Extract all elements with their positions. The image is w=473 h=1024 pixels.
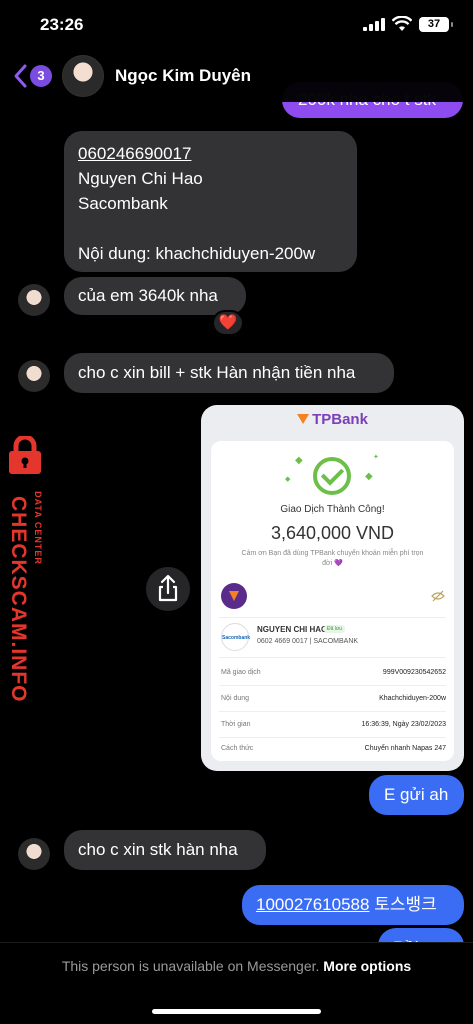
divider [219, 617, 446, 618]
unavailable-notice: This person is unavailable on Messenger.… [0, 958, 473, 974]
battery-icon: 37 [419, 17, 453, 32]
message-text: cho c xin stk hàn nha [78, 840, 238, 859]
incoming-message-account[interactable]: 060246690017 Nguyen Chi Hao Sacombank Nộ… [64, 131, 357, 272]
sparkle-icon: ◆ [295, 455, 303, 466]
tpbank-mark-icon [297, 414, 310, 424]
unavailable-text: This person is unavailable on Messenger. [61, 958, 320, 974]
watermark: DATA CENTER CHECKSCAM.INFO [0, 436, 58, 703]
sparkle-icon: ✦ [373, 454, 379, 461]
share-button[interactable] [146, 567, 190, 611]
tpbank-logo: TPBank [201, 411, 464, 428]
receipt-image[interactable]: TPBank ◆ ◆ ◆ ✦ Giao Dịch Thành Công! 3,6… [201, 405, 464, 771]
detail-label: Thời gian [221, 721, 251, 728]
incoming-message[interactable]: của em 3640k nha [64, 277, 246, 315]
account-number-link[interactable]: 060246690017 [78, 141, 343, 166]
contact-avatar[interactable] [62, 55, 104, 97]
signal-icon [363, 18, 385, 31]
more-options-link[interactable]: More options [323, 958, 411, 974]
contact-avatar-small[interactable] [18, 838, 50, 870]
success-check-icon [313, 457, 351, 495]
divider [219, 657, 446, 658]
incoming-message[interactable]: cho c xin stk hàn nha [64, 830, 266, 870]
sacombank-logo: Sacombank [221, 623, 250, 651]
transfer-note: Nội dung: khachchiduyen-200w [78, 244, 316, 263]
transaction-status: Giao Dịch Thành Công! [280, 504, 385, 515]
eye-off-icon [431, 590, 445, 602]
detail-value: 16:36:39, Ngày 23/02/2023 [361, 721, 446, 728]
incoming-message[interactable]: cho c xin bill + stk Hàn nhận tiền nha [64, 353, 394, 393]
recipient-name: NGUYEN CHI HAO [257, 625, 328, 634]
contact-avatar-small[interactable] [18, 360, 50, 392]
receipt-card: ◆ ◆ ◆ ✦ Giao Dịch Thành Công! 3,640,000 … [211, 441, 454, 761]
watermark-brand: CHECKSCAM.INFO [7, 496, 30, 703]
sender-avatar [221, 583, 247, 609]
account-name: Nguyen Chi Hao [78, 169, 203, 188]
message-text: cho c xin bill + stk Hàn nhận tiền nha [78, 363, 356, 382]
heart-reaction-icon[interactable]: ❤️ [212, 310, 244, 336]
message-text: E gửi ah [384, 785, 449, 804]
message-text: 토스뱅크 [374, 895, 437, 914]
bank-name: Sacombank [78, 194, 168, 213]
detail-value: Chuyển nhanh Napas 247 [364, 745, 446, 752]
sent-message[interactable]: 100027610588 토스뱅크 [242, 885, 464, 925]
status-bar: 23:26 37 [0, 0, 473, 50]
contact-avatar-small[interactable] [18, 284, 50, 316]
sparkle-icon: ◆ [285, 476, 291, 483]
share-icon [158, 574, 178, 602]
recipient-account: 0602 4669 0017 | SACOMBANK [257, 638, 359, 645]
detail-label: Nội dung [221, 695, 250, 702]
chevron-left-icon [14, 64, 27, 88]
message-text: của em 3640k nha [78, 286, 218, 305]
sent-message[interactable]: E gửi ah [369, 775, 464, 815]
divider [219, 685, 446, 686]
account-number-link[interactable]: 100027610588 [256, 895, 369, 914]
contact-name[interactable]: Ngọc Kim Duyên [115, 66, 251, 86]
unread-badge: 3 [30, 65, 52, 87]
divider [219, 737, 446, 738]
status-time: 23:26 [40, 15, 84, 34]
detail-value: 999V009230542652 [382, 669, 446, 676]
chat-header: 3 Ngọc Kim Duyên [0, 50, 473, 102]
transaction-amount: 3,640,000 VND [270, 523, 395, 543]
detail-label: Mã giao dịch [221, 669, 261, 676]
back-button[interactable]: 3 [12, 63, 52, 89]
detail-value: Khachchiduyen-200w [379, 695, 446, 702]
saved-badge: Đã lưu [324, 625, 346, 633]
composer-footer: This person is unavailable on Messenger.… [0, 943, 473, 1024]
home-indicator[interactable] [152, 1009, 321, 1014]
tpbank-brand: TPBank [312, 411, 368, 428]
sparkle-icon: ◆ [365, 471, 373, 482]
divider [219, 711, 446, 712]
thanks-text: Cảm ơn Bạn đã dùng TPBank chuyển khoản m… [241, 550, 424, 567]
detail-label: Cách thức [221, 745, 254, 752]
wifi-icon [392, 16, 412, 31]
